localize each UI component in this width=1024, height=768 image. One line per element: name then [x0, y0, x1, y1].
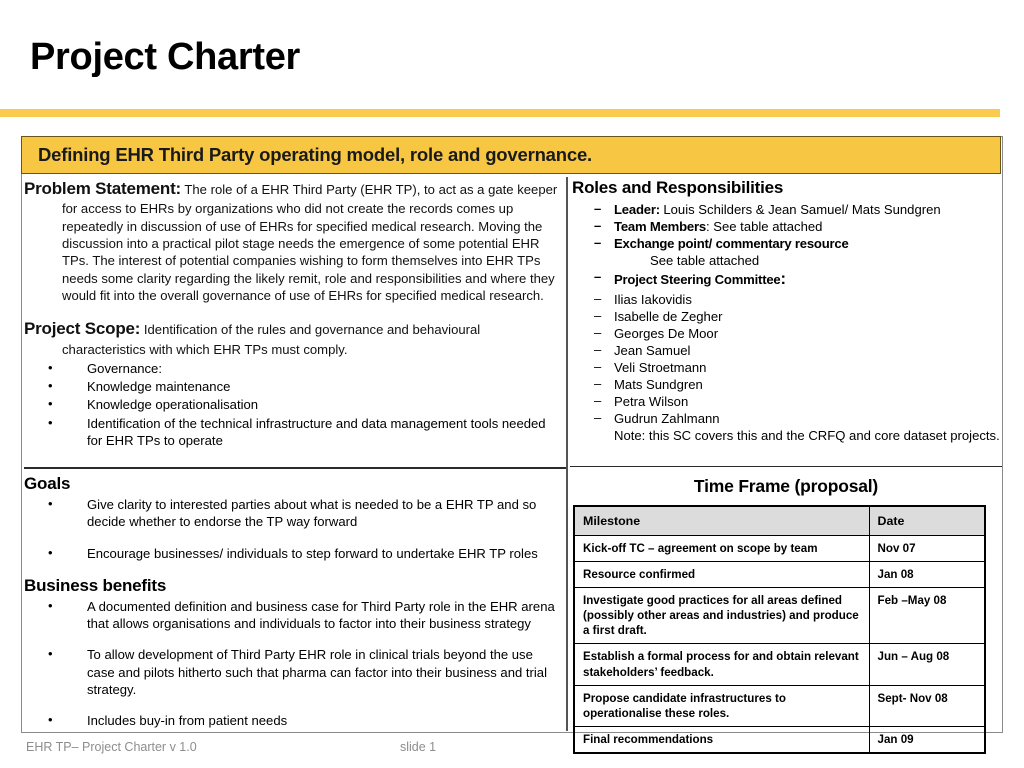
- list-item: Identification of the technical infrastr…: [24, 414, 564, 450]
- table-row: Establish a formal process for and obtai…: [573, 643, 986, 686]
- table-row: Resource confirmed Jan 08: [573, 561, 986, 589]
- table-row: Investigate good practices for all areas…: [573, 587, 986, 645]
- steering-committee-list: Project Steering Committee: Ilias Iakovi…: [572, 269, 1000, 427]
- cell-milestone: Resource confirmed: [573, 561, 870, 589]
- steering-committee-note: Note: this SC covers this and the CRFQ a…: [614, 427, 1000, 443]
- problem-statement-text: The role of a EHR Third Party (EHR TP), …: [62, 182, 558, 303]
- right-row-divider: [570, 466, 1002, 468]
- column-header-milestone: Milestone: [573, 505, 870, 537]
- role-leader-label: Leader:: [614, 202, 660, 217]
- cell-milestone: Investigate good practices for all areas…: [573, 587, 870, 645]
- roles-panel: Roles and Responsibilities Leader: Louis…: [572, 178, 1000, 466]
- list-item: Governance:: [24, 359, 564, 377]
- footer-slide-number: slide 1: [400, 740, 437, 754]
- list-item: Petra Wilson: [572, 393, 1000, 410]
- list-item: Georges De Moor: [572, 325, 1000, 342]
- benefits-heading: Business benefits: [24, 575, 167, 595]
- list-item: Jean Samuel: [572, 342, 1000, 359]
- role-exchange-value: See table attached: [650, 253, 760, 269]
- cell-milestone: Propose candidate infrastructures to ope…: [573, 684, 870, 727]
- project-scope-label: Project Scope:: [24, 319, 141, 339]
- list-item: Encourage businesses/ individuals to ste…: [24, 544, 564, 562]
- slide-banner: Defining EHR Third Party operating model…: [21, 136, 1001, 174]
- list-item: A documented definition and business cas…: [24, 597, 564, 633]
- goals-heading: Goals: [24, 474, 71, 493]
- role-exchange-label: Exchange point/ commentary resource: [614, 236, 849, 252]
- page-title: Project Charter: [30, 36, 301, 78]
- cell-date: Jun – Aug 08: [868, 643, 986, 686]
- table-row: Kick-off TC – agreement on scope by team…: [573, 535, 986, 563]
- cell-date: Jan 09: [868, 725, 986, 754]
- list-item: Includes buy-in from patient needs: [24, 711, 564, 729]
- steering-label-colon: :: [780, 270, 787, 289]
- list-item: To allow development of Third Party EHR …: [24, 645, 564, 698]
- role-leader: Leader: Louis Schilders & Jean Samuel/ M…: [572, 201, 1000, 218]
- roles-heading: Roles and Responsibilities: [572, 178, 784, 197]
- column-header-date: Date: [868, 505, 986, 537]
- left-row-divider: [24, 467, 566, 469]
- cell-milestone: Establish a formal process for and obtai…: [573, 643, 870, 686]
- role-leader-value: Louis Schilders & Jean Samuel/ Mats Sund…: [663, 202, 941, 217]
- role-team-label: Team Members: [614, 219, 706, 235]
- list-item: Mats Sundgren: [572, 376, 1000, 393]
- list-item: Knowledge operationalisation: [24, 395, 564, 413]
- accent-bar: [0, 109, 1000, 117]
- cell-date: Sept- Nov 08: [868, 684, 986, 727]
- table-row: Final recommendations Jan 09: [573, 725, 986, 754]
- cell-milestone: Final recommendations: [573, 725, 870, 754]
- cell-date: Feb –May 08: [868, 587, 986, 645]
- list-item: Isabelle de Zegher: [572, 308, 1000, 325]
- list-item: Give clarity to interested parties about…: [24, 495, 564, 531]
- cell-date: Jan 08: [868, 561, 986, 589]
- footer-left-text: EHR TP– Project Charter v 1.0: [26, 740, 197, 754]
- list-item: Veli Stroetmann: [572, 359, 1000, 376]
- banner-text: Defining EHR Third Party operating model…: [38, 144, 592, 165]
- role-exchange-point: Exchange point/ commentary resource: [572, 235, 1000, 252]
- column-divider: [566, 177, 568, 731]
- timeframe-title: Time Frame (proposal): [693, 476, 879, 496]
- timeframe-panel: Time Frame (proposal) Milestone Date Kic…: [572, 470, 1000, 754]
- goals-list: Give clarity to interested parties about…: [24, 495, 564, 562]
- list-item: Gudrun Zahlmann: [572, 410, 1000, 427]
- role-team-members: Team Members: See table attached: [572, 218, 1000, 235]
- problem-scope-panel: Problem Statement: The role of a EHR Thi…: [24, 178, 564, 466]
- table-header-row: Milestone Date: [573, 505, 986, 537]
- list-item: Knowledge maintenance: [24, 377, 564, 395]
- steering-label: Project Steering Committee: [614, 272, 781, 288]
- cell-date: Nov 07: [868, 535, 986, 563]
- role-steering-committee: Project Steering Committee:: [572, 269, 1000, 290]
- roles-list: Leader: Louis Schilders & Jean Samuel/ M…: [572, 201, 1000, 252]
- project-scope-list: Governance: Knowledge maintenance Knowle…: [24, 359, 564, 450]
- goals-benefits-panel: Goals Give clarity to interested parties…: [24, 474, 564, 730]
- role-team-value: : See table attached: [705, 219, 823, 235]
- list-item: Ilias Iakovidis: [572, 291, 1000, 308]
- problem-statement-label: Problem Statement:: [24, 179, 181, 198]
- timeframe-table: Milestone Date Kick-off TC – agreement o…: [573, 505, 986, 754]
- benefits-list: A documented definition and business cas…: [24, 597, 564, 730]
- table-row: Propose candidate infrastructures to ope…: [573, 684, 986, 727]
- problem-statement-block: Problem Statement: The role of a EHR Thi…: [24, 178, 564, 304]
- project-scope-block: Project Scope: Identification of the rul…: [24, 318, 564, 358]
- cell-milestone: Kick-off TC – agreement on scope by team: [573, 535, 870, 563]
